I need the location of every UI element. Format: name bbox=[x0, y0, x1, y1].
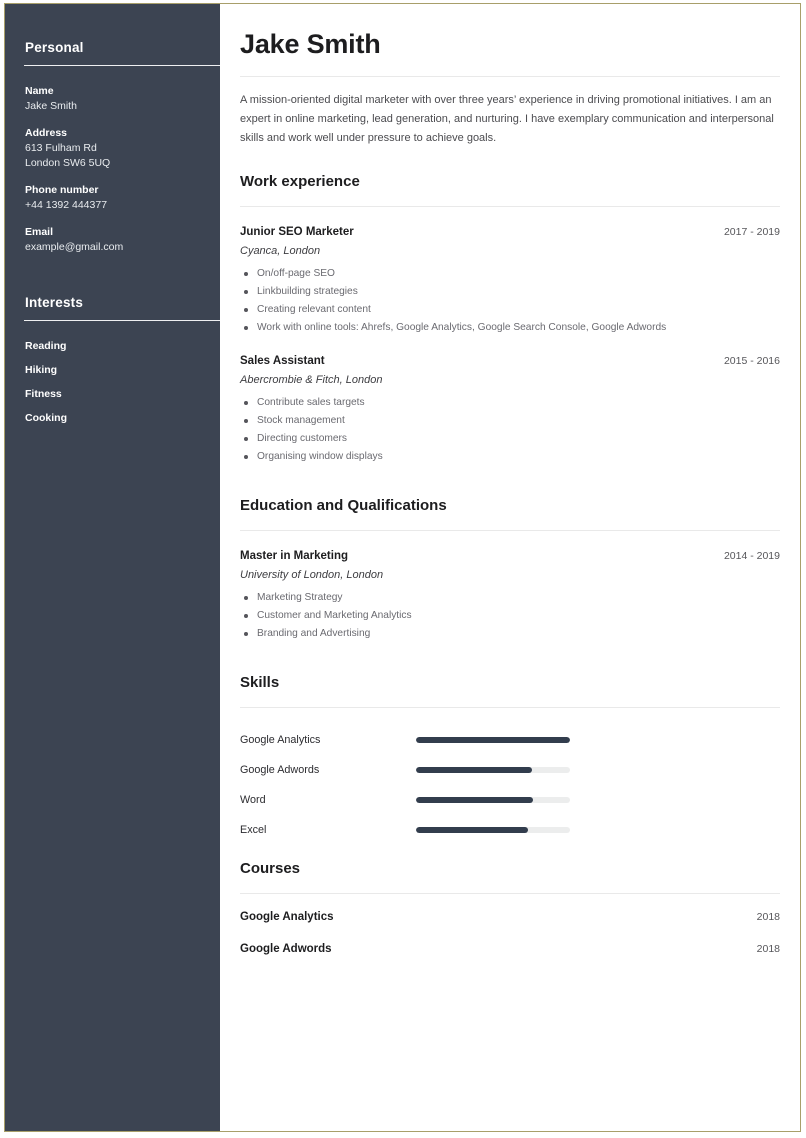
skill-row: Excel bbox=[240, 815, 780, 845]
course-date: 2018 bbox=[757, 911, 780, 923]
education-entry-title: Master in Marketing bbox=[240, 548, 348, 564]
education-entry-organization: University of London, London bbox=[240, 566, 780, 584]
education-entry-bullets: Marketing StrategyCustomer and Marketing… bbox=[240, 589, 780, 643]
personal-field-label: Address bbox=[25, 126, 198, 141]
resume-main: Jake Smith A mission-oriented digital ma… bbox=[220, 4, 800, 1131]
work-entry-date: 2017 - 2019 bbox=[724, 224, 780, 240]
skill-label: Word bbox=[240, 794, 416, 806]
course-list: Google Analytics 2018 Google Adwords 2018 bbox=[240, 911, 780, 955]
course-name: Google Analytics bbox=[240, 911, 334, 923]
section-heading-courses: Courses bbox=[240, 859, 780, 879]
skill-row: Google Analytics bbox=[240, 725, 780, 755]
list-item: Customer and Marketing Analytics bbox=[240, 607, 780, 625]
list-item: Contribute sales targets bbox=[240, 394, 780, 412]
sidebar: Personal NameJake Smith Address613 Fulham… bbox=[5, 4, 220, 1131]
spacer-skills-courses bbox=[240, 845, 780, 859]
course-name: Google Adwords bbox=[240, 943, 332, 955]
work-entry-organization: Abercrombie & Fitch, London bbox=[240, 371, 780, 389]
skill-label: Google Adwords bbox=[240, 764, 416, 776]
list-item: Directing customers bbox=[240, 430, 780, 448]
list-item: Linkbuilding strategies bbox=[240, 283, 780, 301]
interest-list: Reading Hiking Fitness Cooking bbox=[25, 339, 198, 426]
spacer-education-skills bbox=[240, 659, 780, 673]
sidebar-divider-interests bbox=[24, 320, 220, 321]
personal-field-value: 613 Fulham Rd bbox=[25, 141, 198, 156]
skill-bar-track bbox=[416, 767, 570, 773]
work-entry-date: 2015 - 2016 bbox=[724, 353, 780, 369]
course-row: Google Adwords 2018 bbox=[240, 943, 780, 955]
list-item: Organising window displays bbox=[240, 448, 780, 466]
personal-field-value: London SW6 5UQ bbox=[25, 156, 198, 171]
personal-field: Phone number+44 1392 444377 bbox=[25, 183, 198, 213]
course-date: 2018 bbox=[757, 943, 780, 955]
spacer-work-education bbox=[240, 482, 780, 496]
personal-field: NameJake Smith bbox=[25, 84, 198, 114]
list-item: On/off-page SEO bbox=[240, 265, 780, 283]
skill-bar-fill bbox=[416, 737, 570, 743]
skill-bar-fill bbox=[416, 767, 532, 773]
section-divider-courses bbox=[240, 893, 780, 894]
work-entry: Junior SEO Marketer 2017 - 2019 Cyanca, Lo… bbox=[240, 224, 780, 337]
page-inner: Personal NameJake SmithAddress613 Fulham… bbox=[5, 4, 800, 1131]
section-divider-skills bbox=[240, 707, 780, 708]
section-heading-education: Education and Qualifications bbox=[240, 496, 780, 516]
list-item: Creating relevant content bbox=[240, 301, 780, 319]
work-entry-title: Sales Assistant bbox=[240, 353, 325, 369]
sidebar-spacer bbox=[25, 267, 198, 295]
personal-field-value: example@gmail.com bbox=[25, 240, 198, 255]
skill-label: Excel bbox=[240, 824, 416, 836]
interest-item: Hiking bbox=[25, 363, 198, 378]
section-heading-skills: Skills bbox=[240, 673, 780, 693]
interest-item: Reading bbox=[25, 339, 198, 354]
interest-item: Cooking bbox=[25, 411, 198, 426]
personal-field-label: Email bbox=[25, 225, 198, 240]
education-entry-header: Master in Marketing 2014 - 2019 bbox=[240, 548, 780, 564]
education-entry-list: Master in Marketing 2014 - 2019 University… bbox=[240, 548, 780, 643]
list-item: Marketing Strategy bbox=[240, 589, 780, 607]
skill-bar-fill bbox=[416, 827, 528, 833]
personal-field-label: Phone number bbox=[25, 183, 198, 198]
skill-bar-track bbox=[416, 827, 570, 833]
skill-bar-fill bbox=[416, 797, 533, 803]
personal-field-label: Name bbox=[25, 84, 198, 99]
section-divider-work bbox=[240, 206, 780, 207]
profile-summary: A mission-oriented digital marketer with… bbox=[240, 91, 780, 148]
sidebar-heading-personal: Personal bbox=[25, 40, 198, 55]
section-heading-work: Work experience bbox=[240, 172, 780, 192]
skill-label: Google Analytics bbox=[240, 734, 416, 746]
interest-item: Fitness bbox=[25, 387, 198, 402]
work-entry-list: Junior SEO Marketer 2017 - 2019 Cyanca, Lo… bbox=[240, 224, 780, 466]
list-item: Stock management bbox=[240, 412, 780, 430]
personal-field: Address613 Fulham RdLondon SW6 5UQ bbox=[25, 126, 198, 171]
page-frame: Personal NameJake SmithAddress613 Fulham… bbox=[4, 3, 801, 1132]
personal-field-value: +44 1392 444377 bbox=[25, 198, 198, 213]
work-entry-organization: Cyanca, London bbox=[240, 242, 780, 260]
list-item: Work with online tools: Ahrefs, Google A… bbox=[240, 319, 780, 337]
skill-list: Google Analytics Google Adwords Word Excel bbox=[240, 725, 780, 845]
skill-bar-track bbox=[416, 737, 570, 743]
work-entry-header: Junior SEO Marketer 2017 - 2019 bbox=[240, 224, 780, 240]
personal-field: Emailexample@gmail.com bbox=[25, 225, 198, 255]
personal-field-list: NameJake Smith Address613 Fulham RdLondon… bbox=[25, 84, 198, 255]
skill-row: Word bbox=[240, 785, 780, 815]
education-entry-date: 2014 - 2019 bbox=[724, 548, 780, 564]
header-divider bbox=[240, 76, 780, 77]
work-entry-title: Junior SEO Marketer bbox=[240, 224, 354, 240]
skill-row: Google Adwords bbox=[240, 755, 780, 785]
course-row: Google Analytics 2018 bbox=[240, 911, 780, 923]
resume-page: Personal NameJake SmithAddress613 Fulham… bbox=[0, 0, 806, 1138]
work-entry-bullets: On/off-page SEOLinkbuilding strategiesCr… bbox=[240, 265, 780, 337]
skill-bar-track bbox=[416, 797, 570, 803]
work-entry-bullets: Contribute sales targetsStock management… bbox=[240, 394, 780, 466]
page-title: Jake Smith bbox=[240, 28, 780, 60]
work-entry-header: Sales Assistant 2015 - 2016 bbox=[240, 353, 780, 369]
work-entry: Sales Assistant 2015 - 2016 Abercrombie & … bbox=[240, 353, 780, 466]
education-entry: Master in Marketing 2014 - 2019 University… bbox=[240, 548, 780, 643]
sidebar-divider-personal bbox=[24, 65, 220, 66]
section-divider-education bbox=[240, 530, 780, 531]
sidebar-heading-interests: Interests bbox=[25, 295, 198, 310]
list-item: Branding and Advertising bbox=[240, 625, 780, 643]
personal-field-value: Jake Smith bbox=[25, 99, 198, 114]
